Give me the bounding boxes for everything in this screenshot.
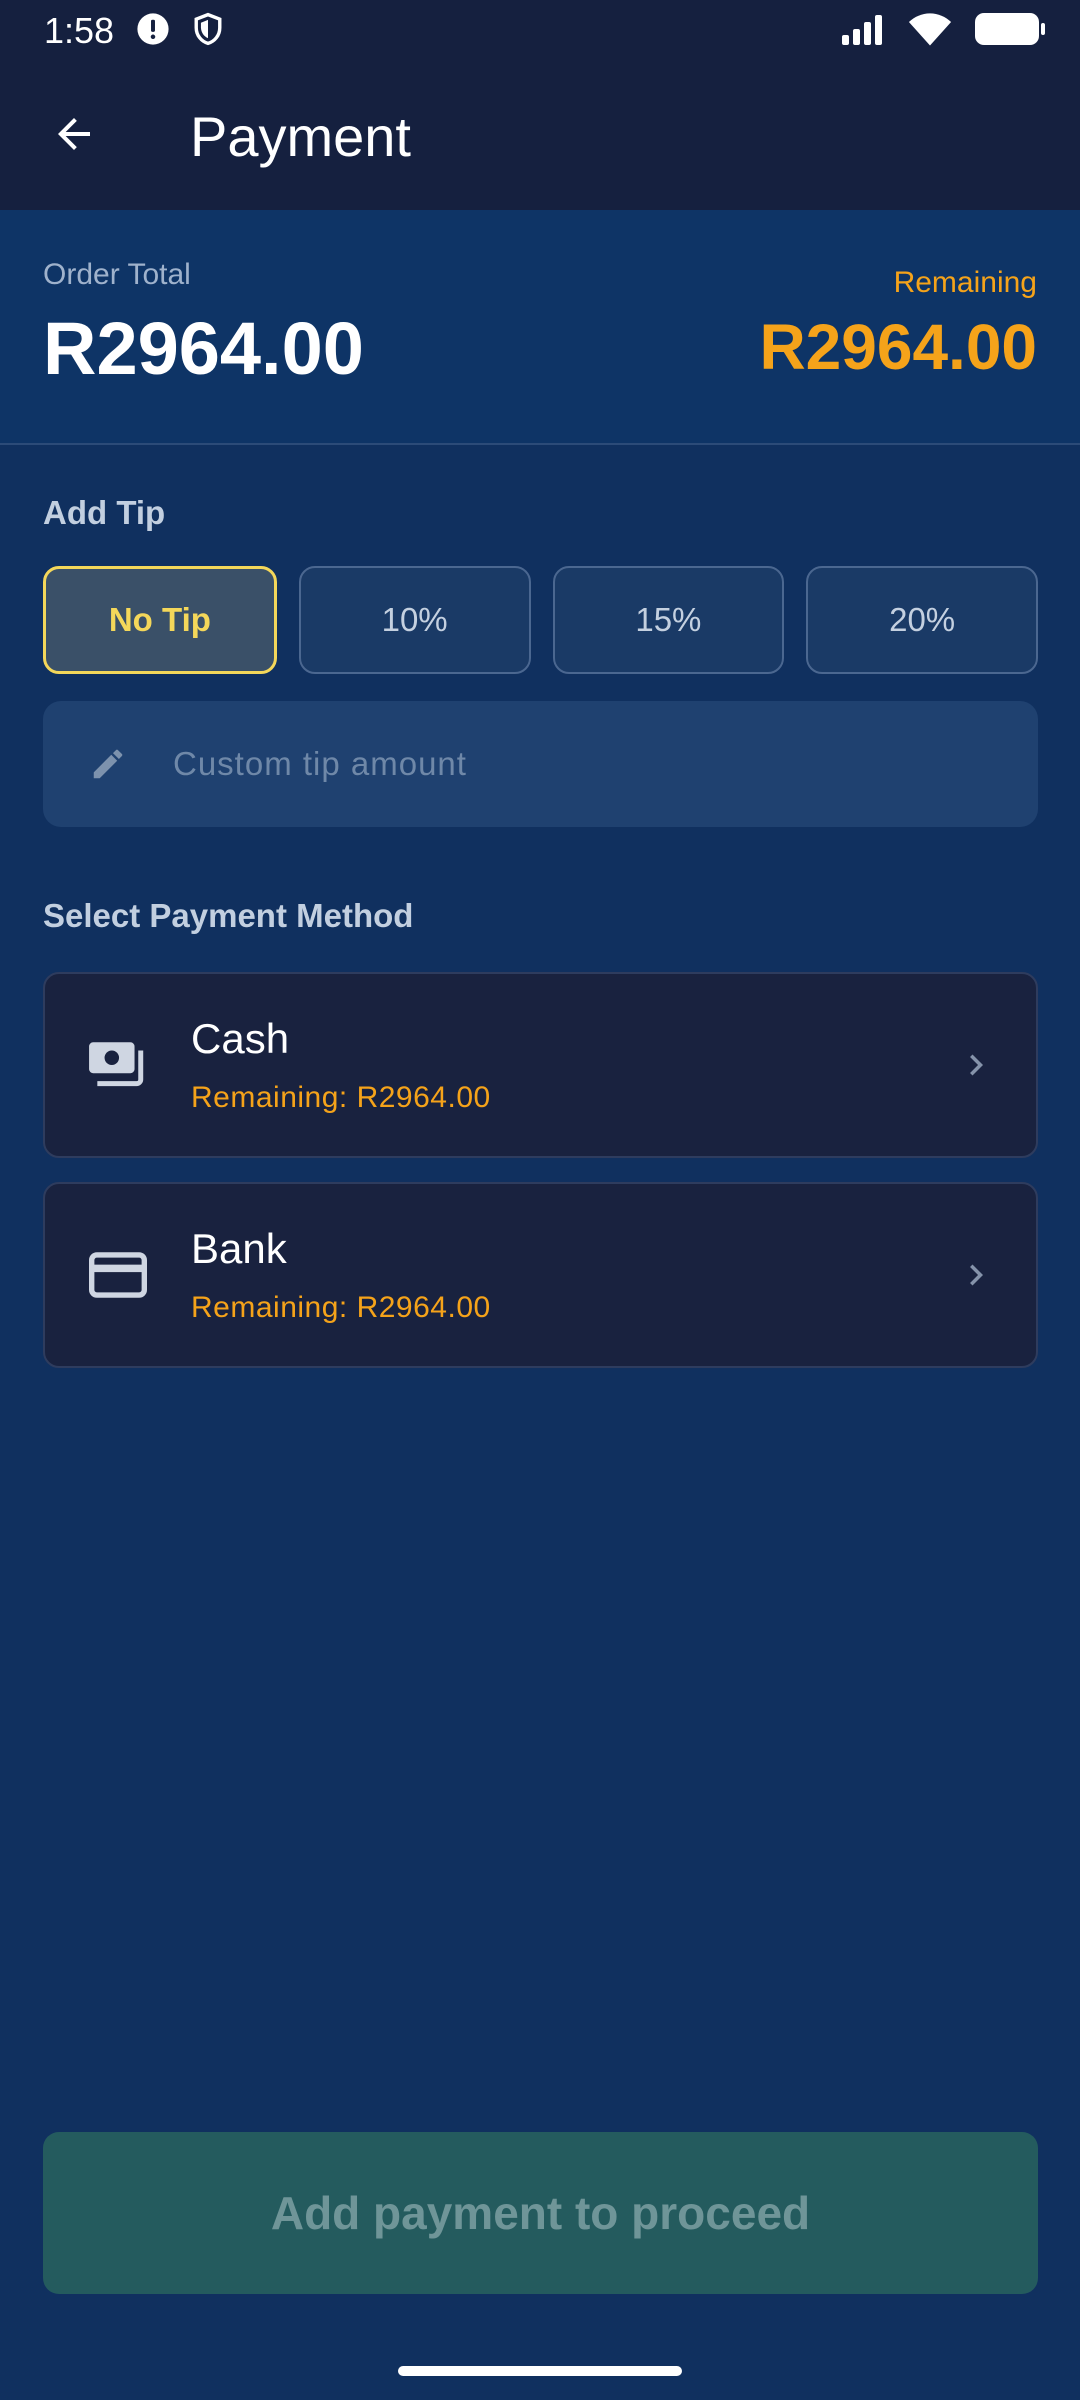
tip-option-20[interactable]: 20% xyxy=(806,566,1038,674)
home-indicator[interactable] xyxy=(398,2366,682,2376)
payment-method-bank[interactable]: Bank Remaining: R2964.00 xyxy=(43,1182,1038,1368)
wifi-icon xyxy=(908,12,952,51)
method-remaining: Remaining: R2964.00 xyxy=(191,1291,491,1324)
status-time: 1:58 xyxy=(44,10,115,51)
method-name: Bank xyxy=(191,1225,287,1272)
proceed-button[interactable]: Add payment to proceed xyxy=(43,2132,1038,2294)
payment-method-title: Select Payment Method xyxy=(43,897,414,934)
status-right xyxy=(840,12,1046,51)
bank-text: Bank Remaining: R2964.00 xyxy=(191,1225,916,1325)
tip-options: No Tip 10% 15% 20% xyxy=(43,566,1038,674)
cash-icon xyxy=(45,1040,191,1090)
payment-method-cash[interactable]: Cash Remaining: R2964.00 xyxy=(43,972,1038,1158)
status-bar: 1:58 xyxy=(0,0,1080,62)
method-name: Cash xyxy=(191,1015,290,1062)
remaining-label: Remaining xyxy=(893,266,1037,299)
arrow-back-icon xyxy=(50,110,98,163)
order-total-label: Order Total xyxy=(43,258,191,291)
credit-card-icon xyxy=(45,1252,191,1298)
tip-option-15[interactable]: 15% xyxy=(552,566,785,674)
method-remaining: Remaining: R2964.00 xyxy=(191,1081,491,1114)
add-tip-title: Add Tip xyxy=(43,494,166,531)
battery-icon xyxy=(974,12,1046,51)
page-title: Payment xyxy=(190,104,411,168)
back-button[interactable] xyxy=(0,62,148,210)
tip-option-no-tip[interactable]: No Tip xyxy=(43,566,277,674)
cash-text: Cash Remaining: R2964.00 xyxy=(191,1015,916,1115)
signal-icon xyxy=(840,13,886,50)
remaining-value: R2964.00 xyxy=(759,311,1037,383)
custom-tip-field[interactable] xyxy=(43,701,1038,827)
status-left: 1:58 xyxy=(44,10,224,52)
custom-tip-input[interactable] xyxy=(173,745,1038,783)
alert-icon xyxy=(136,12,170,51)
app-bar: Payment xyxy=(0,62,1080,210)
chevron-right-icon xyxy=(916,1044,1036,1086)
tip-option-10[interactable]: 10% xyxy=(298,566,531,674)
chevron-right-icon xyxy=(916,1254,1036,1296)
shield-icon xyxy=(192,12,224,51)
order-summary: Order Total R2964.00 Remaining R2964.00 xyxy=(0,210,1080,445)
order-total-value: R2964.00 xyxy=(43,307,364,390)
pencil-icon xyxy=(43,745,173,783)
